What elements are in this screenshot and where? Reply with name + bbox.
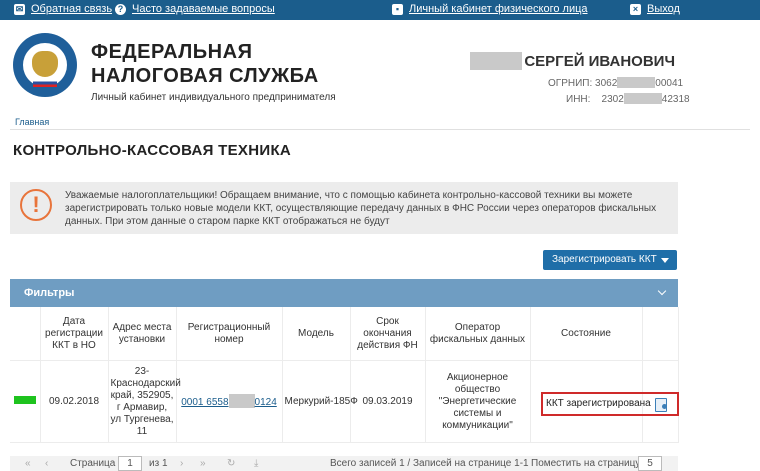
fn-expiry-date: 09.03.2019 [350, 360, 426, 443]
notice-panel: ! Уважаемые налогоплательщики! Обращаем … [10, 182, 678, 234]
model: Меркурий-185Ф [282, 360, 358, 443]
last-page-icon[interactable]: » [200, 458, 206, 469]
fiscal-operator: Акционерное общество "Энергетические сис… [425, 360, 531, 443]
page-input[interactable]: 1 [118, 456, 142, 471]
flag-icon [33, 79, 57, 87]
redacted-block [228, 394, 255, 408]
status-highlight: ККТ зарегистрирована [541, 392, 679, 416]
user-name: СЕРГЕЙ ИВАНОВИЧ [470, 52, 675, 70]
divider [10, 129, 750, 130]
page-label: Страница [70, 458, 116, 469]
filters-label: Фильтры [24, 287, 75, 299]
personal-account-link[interactable]: ▪ Личный кабинет физического лица [392, 3, 588, 15]
column-header[interactable]: Срок окончания действия ФН [350, 307, 426, 361]
eagle-emblem-icon [32, 51, 58, 77]
pagination-bar: « ‹ Страница 1 из 1 › » ↻ ⤓ Всего записе… [10, 456, 678, 471]
column-header[interactable]: Состояние [530, 307, 643, 361]
actions-column-header [642, 307, 679, 361]
register-kkt-button[interactable]: Зарегистрировать ККТ [543, 250, 677, 270]
column-header[interactable]: Оператор фискальных данных [425, 307, 531, 361]
ogrnip-line: ОГРНИП: 3062 00041 [548, 77, 684, 89]
column-header[interactable]: Модель [282, 307, 351, 361]
breadcrumb-home[interactable]: Главная [15, 117, 49, 127]
installation-address: 23-Краснодарский край, 352905, г Армавир… [108, 360, 181, 443]
redacted-block [623, 93, 662, 104]
records-summary: Всего записей 1 / Записей на странице 1-… [330, 458, 529, 469]
fns-logo[interactable] [13, 33, 77, 97]
first-page-icon[interactable]: « [25, 458, 31, 469]
next-page-icon[interactable]: › [180, 458, 183, 469]
notice-text: Уважаемые налогоплательщики! Обращаем вн… [65, 190, 657, 227]
mail-icon: ✉ [14, 3, 25, 15]
faq-link[interactable]: ? Часто задаваемые вопросы [115, 3, 275, 15]
redacted-block [470, 52, 523, 70]
top-nav-bar: ✉ Обратная связь ? Часто задаваемые вопрос… [0, 0, 760, 20]
org-title: ФЕДЕРАЛЬНАЯ НАЛОГОВАЯ СЛУЖБА [91, 41, 319, 87]
per-page-select[interactable]: 5 [638, 456, 662, 471]
status-text: ККТ зарегистрирована [546, 398, 651, 409]
status-indicator-cell [10, 360, 41, 443]
table-header-row: Дата регистрации ККТ в НО Адрес места ус… [10, 307, 679, 361]
org-subtitle: Личный кабинет индивидуального предприни… [91, 92, 336, 103]
status-column-header [10, 307, 41, 361]
column-header[interactable]: Адрес места установки [108, 307, 177, 361]
exit-link[interactable]: × Выход [630, 3, 680, 15]
inn-line: ИНН: 2302 42318 [566, 93, 690, 105]
status-indicator [13, 395, 36, 404]
registration-date: 09.02.2018 [40, 360, 109, 443]
column-header[interactable]: Дата регистрации ККТ в НО [40, 307, 109, 361]
download-icon[interactable]: ⤓ [254, 458, 258, 469]
column-header[interactable]: Регистрационный номер [176, 307, 283, 361]
question-icon: ? [115, 3, 126, 15]
document-details-icon[interactable] [655, 398, 667, 412]
page-title: КОНТРОЛЬНО-КАССОВАЯ ТЕХНИКА [13, 142, 292, 159]
page-count: из 1 [149, 458, 168, 469]
filters-panel-header[interactable]: Фильтры [10, 279, 678, 307]
redacted-block [617, 77, 656, 88]
caret-down-icon [661, 258, 669, 263]
per-page-label: Поместить на страницу: [531, 458, 644, 469]
kkt-table: Дата регистрации ККТ в НО Адрес места ус… [10, 307, 679, 443]
registration-number-link[interactable]: 0001 6558 0124 [181, 394, 277, 408]
person-icon: ▪ [392, 3, 403, 15]
prev-page-icon[interactable]: ‹ [45, 458, 48, 469]
refresh-icon[interactable]: ↻ [227, 458, 235, 469]
exclamation-icon: ! [20, 189, 52, 221]
registration-number-cell: 0001 6558 0124 [176, 360, 283, 443]
feedback-link[interactable]: ✉ Обратная связь [14, 3, 112, 15]
chevron-down-icon[interactable] [657, 286, 667, 296]
close-icon: × [630, 3, 641, 15]
